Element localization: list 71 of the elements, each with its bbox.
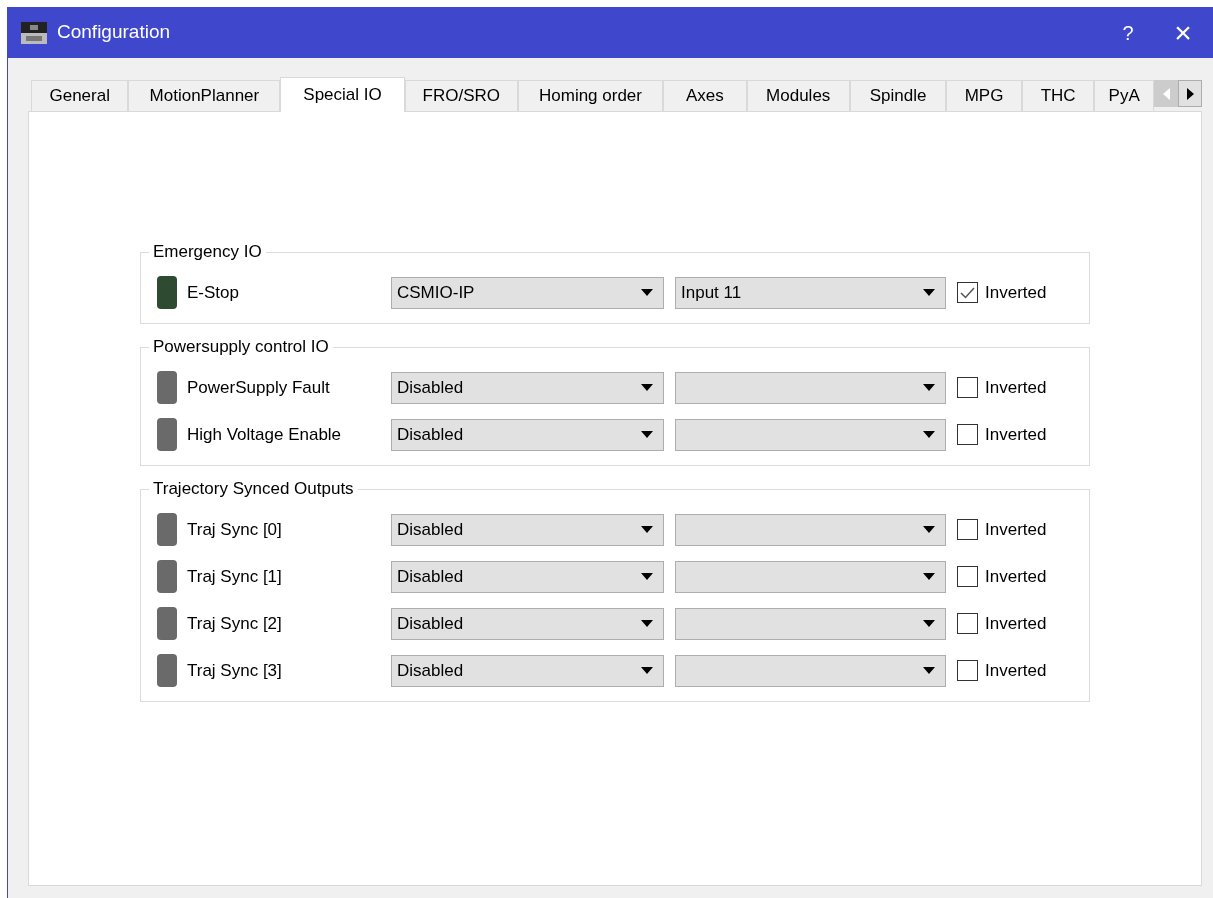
checkbox[interactable]	[957, 282, 978, 303]
signal-label: Traj Sync [0]	[187, 518, 283, 541]
caret-icon	[641, 384, 653, 391]
device-dropdown[interactable]: CSMIO-IP	[391, 276, 664, 309]
left-arrow-icon	[1162, 87, 1170, 100]
tab[interactable]: Special IO	[280, 77, 405, 112]
checkbox-label: Inverted	[985, 612, 1047, 635]
tab[interactable]: FRO/SRO	[404, 80, 518, 112]
signal-label: Traj Sync [3]	[187, 659, 283, 682]
input-dropdown[interactable]	[675, 513, 946, 546]
caret-icon	[641, 620, 653, 627]
tab[interactable]: General	[31, 80, 129, 112]
checkbox[interactable]	[957, 377, 978, 398]
right-arrow-icon	[1186, 87, 1194, 100]
caret-icon	[641, 431, 653, 438]
device-dropdown[interactable]: Disabled	[391, 560, 664, 593]
tab[interactable]: Homing order	[517, 80, 664, 112]
checkbox-label: Inverted	[985, 565, 1047, 588]
checkbox[interactable]	[957, 613, 978, 634]
caret-icon	[923, 431, 935, 438]
checkbox-label: Inverted	[985, 281, 1047, 304]
signal-label: High Voltage Enable	[187, 423, 343, 446]
caret-icon	[923, 667, 935, 674]
caret-icon	[641, 289, 653, 296]
checkbox[interactable]	[957, 424, 978, 445]
device-dropdown[interactable]: Disabled	[391, 654, 664, 687]
checkbox-label: Inverted	[985, 423, 1047, 446]
tab[interactable]: THC	[1021, 80, 1095, 112]
tab[interactable]: Axes	[663, 80, 747, 112]
caret-icon	[641, 573, 653, 580]
group-title: Trajectory Synced Outputs	[149, 479, 358, 499]
caret-icon	[923, 620, 935, 627]
tab[interactable]: MotionPlanner	[128, 80, 281, 112]
caret-icon	[923, 384, 935, 391]
checkbox-label: Inverted	[985, 518, 1047, 541]
input-dropdown[interactable]	[675, 654, 946, 687]
group-title: Powersupply control IO	[149, 337, 333, 357]
caret-icon	[923, 289, 935, 296]
checkbox[interactable]	[957, 519, 978, 540]
device-dropdown[interactable]: Disabled	[391, 418, 664, 451]
signal-label: E-Stop	[187, 281, 240, 304]
checkbox[interactable]	[957, 566, 978, 587]
checkbox-label: Inverted	[985, 376, 1047, 399]
device-dropdown[interactable]: Disabled	[391, 371, 664, 404]
signal-label: PowerSupply Fault	[187, 376, 331, 399]
window-title: Configuration	[57, 20, 171, 45]
caret-icon	[641, 667, 653, 674]
tab[interactable]: Modules	[746, 80, 850, 112]
scroll-right-button[interactable]	[1178, 80, 1202, 107]
input-dropdown[interactable]	[675, 371, 946, 404]
input-dropdown[interactable]: Input 11	[675, 276, 946, 309]
caret-icon	[923, 573, 935, 580]
help-button[interactable]: ?	[1103, 7, 1153, 58]
group-title: Emergency IO	[149, 242, 266, 262]
tab[interactable]: Spindle	[849, 80, 947, 112]
tab[interactable]: PyA	[1094, 80, 1154, 112]
signal-label: Traj Sync [1]	[187, 565, 283, 588]
input-dropdown[interactable]	[675, 418, 946, 451]
input-dropdown[interactable]	[675, 560, 946, 593]
signal-label: Traj Sync [2]	[187, 612, 283, 635]
device-dropdown[interactable]: Disabled	[391, 513, 664, 546]
caret-icon	[641, 526, 653, 533]
input-dropdown[interactable]	[675, 607, 946, 640]
device-dropdown[interactable]: Disabled	[391, 607, 664, 640]
close-button[interactable]: ×	[1153, 7, 1213, 58]
check-icon	[960, 286, 975, 299]
checkbox[interactable]	[957, 660, 978, 681]
caret-icon	[923, 526, 935, 533]
checkbox-label: Inverted	[985, 659, 1047, 682]
app-logo-icon	[21, 21, 47, 44]
tab[interactable]: MPG	[946, 80, 1022, 112]
